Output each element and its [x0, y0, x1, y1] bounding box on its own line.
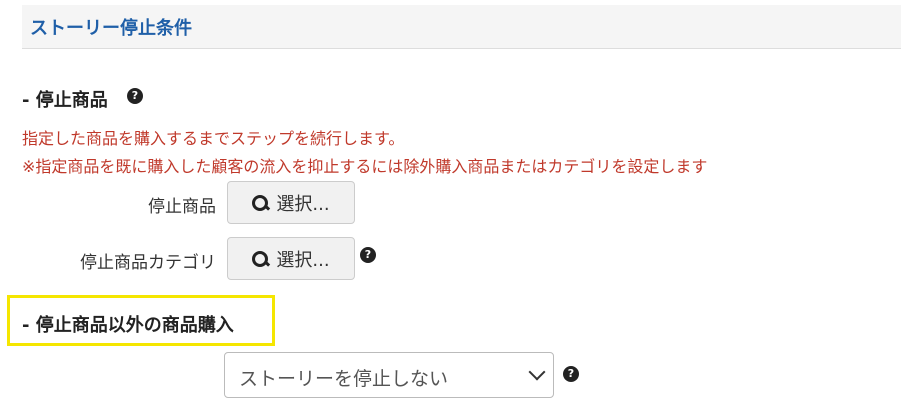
other-purchase-heading: - 停止商品以外の商品購入 [22, 315, 234, 336]
stop-product-label: 停止商品 [148, 197, 216, 217]
stop-category-label: 停止商品カテゴリ [80, 253, 216, 273]
other-purchase-select[interactable]: ストーリーを停止しない [224, 352, 554, 398]
question-circle-icon[interactable]: ? [127, 88, 143, 104]
stop-product-select-button-label: 選択... [276, 193, 330, 215]
panel-title: ストーリー停止条件 [30, 18, 192, 39]
stop-product-note-line1: 指定した商品を購入するまでステップを続行します。 [22, 129, 405, 148]
stop-product-heading: - 停止商品 [22, 90, 108, 111]
stop-product-note-line2: ※指定商品を既に購入した顧客の流入を抑止するには除外購入商品またはカテゴリを設定… [22, 157, 708, 176]
stop-category-select-button-label: 選択... [276, 249, 330, 271]
search-icon [252, 250, 271, 267]
other-purchase-select-value: ストーリーを停止しない [239, 368, 449, 390]
question-circle-icon[interactable]: ? [360, 247, 376, 263]
stop-category-select-button[interactable]: 選択... [227, 237, 355, 280]
chevron-down-icon [528, 363, 546, 381]
search-icon [252, 194, 271, 211]
panel-heading: ストーリー停止条件 [22, 5, 901, 49]
question-circle-icon[interactable]: ? [563, 366, 579, 382]
stop-product-select-button[interactable]: 選択... [227, 181, 355, 224]
